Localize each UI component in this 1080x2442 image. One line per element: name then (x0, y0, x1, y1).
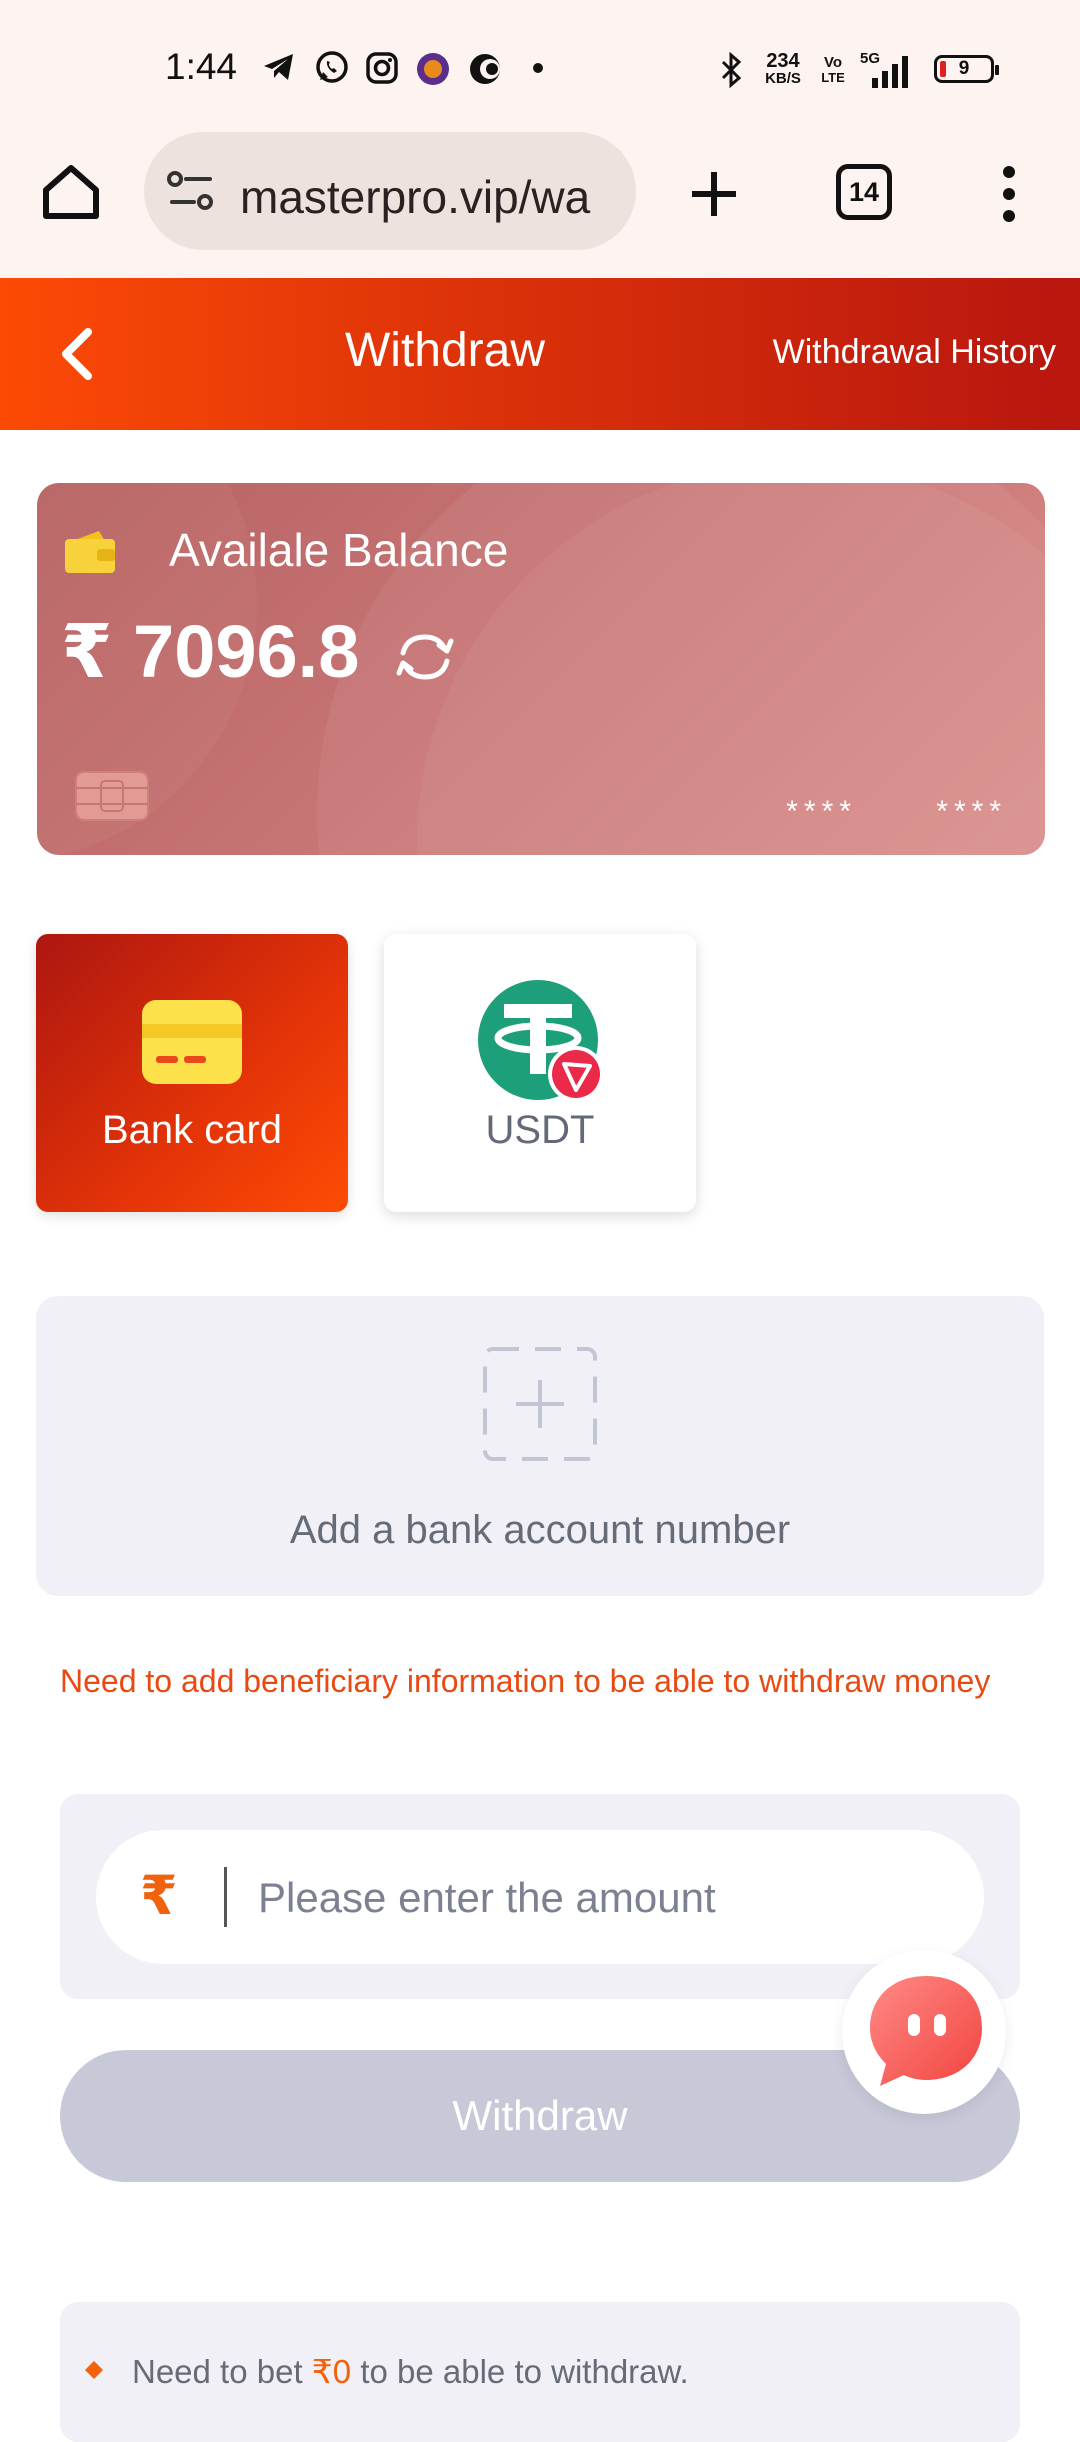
notice-prefix: Need to bet (132, 2353, 303, 2390)
status-bar: 1:44 234 KB/S Vo LTE 5G 9 (0, 0, 1080, 135)
bank-card-icon (142, 1000, 242, 1084)
volte-bottom: LTE (821, 70, 845, 85)
notice-text: Need to bet ₹0 to be able to withdraw. (132, 2352, 689, 2391)
wallet-icon (65, 531, 115, 573)
balance-amount: ₹ 7096.8 (61, 610, 360, 693)
network-speed: 234 KB/S (760, 50, 806, 88)
balance-label: Availale Balance (169, 524, 509, 576)
chat-icon (870, 1976, 982, 2086)
notice-suffix: to be able to withdraw. (360, 2353, 689, 2390)
masked-card-number: **** (936, 795, 1007, 828)
notice-amount: ₹0 (311, 2353, 352, 2390)
withdrawal-history-link[interactable]: Withdrawal History (773, 333, 1056, 372)
telegram-icon (264, 54, 293, 80)
url-text[interactable]: masterpro.vip/wa (240, 170, 590, 224)
battery-icon: 9 (934, 55, 999, 83)
page-title: Withdraw (344, 324, 546, 377)
site-settings-icon[interactable] (166, 170, 216, 212)
amount-field[interactable]: ₹ (96, 1830, 984, 1964)
bet-requirement-notice: Need to bet ₹0 to be able to withdraw. (60, 2302, 1020, 2442)
diamond-bullet-icon (85, 2361, 103, 2379)
method-label: Bank card (101, 1108, 283, 1152)
bluetooth-icon (721, 52, 742, 88)
signal-icon (872, 56, 908, 88)
instagram-icon (366, 52, 398, 84)
method-usdt[interactable]: USDT (384, 934, 696, 1212)
battery-level: 9 (958, 58, 970, 79)
amount-input[interactable] (256, 1860, 960, 1936)
browser-toolbar: masterpro.vip/wa 14 (0, 120, 1080, 280)
support-chat-button[interactable] (842, 1950, 1006, 2114)
home-icon[interactable] (40, 162, 102, 222)
app-icon (417, 53, 449, 85)
app-icon (470, 54, 500, 84)
beneficiary-warning: Need to add beneficiary information to b… (60, 1663, 991, 1699)
net-speed-unit: KB/S (765, 70, 801, 87)
more-menu-icon[interactable] (994, 162, 1024, 226)
usdt-icon (478, 980, 604, 1102)
whatsapp-icon (316, 51, 348, 83)
card-chip-icon (75, 771, 149, 821)
refresh-icon[interactable] (393, 629, 457, 685)
field-divider (224, 1867, 227, 1927)
volte-top: Vo (823, 54, 843, 71)
add-bank-label: Add a bank account number (289, 1508, 791, 1552)
method-label: USDT (485, 1108, 595, 1152)
rupee-icon: ₹ (140, 1866, 178, 1926)
volte-indicator: Vo LTE (820, 55, 846, 85)
tab-switcher-button[interactable]: 14 (836, 164, 892, 220)
add-bank-account[interactable]: Add a bank account number (36, 1296, 1044, 1596)
tab-count: 14 (848, 177, 880, 207)
dot-icon (533, 63, 543, 73)
net-speed-value: 234 (766, 50, 800, 72)
new-tab-icon[interactable] (688, 168, 740, 220)
balance-card: Availale Balance ₹ 7096.8 **** **** (37, 483, 1045, 855)
method-bank-card[interactable]: Bank card (36, 934, 348, 1212)
masked-card-number: **** (786, 795, 857, 828)
address-bar[interactable]: masterpro.vip/wa (144, 132, 636, 250)
app-header: Withdraw Withdrawal History (0, 278, 1080, 430)
status-time: 1:44 (165, 46, 238, 87)
add-icon (483, 1347, 597, 1461)
